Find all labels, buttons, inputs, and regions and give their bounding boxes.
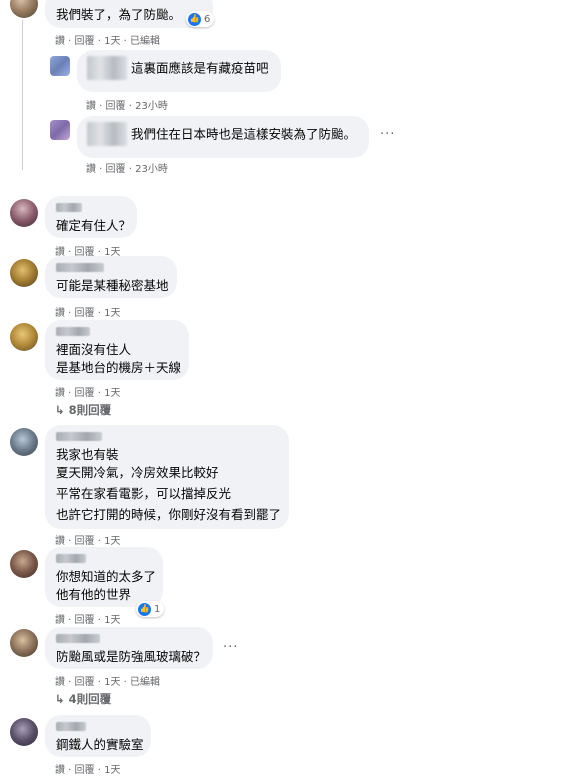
avatar[interactable] [10, 259, 38, 287]
like-icon: 👍 [188, 12, 201, 26]
comment-text: 確定有住人？ [56, 218, 132, 233]
comment-text: 你想知道的太多了 [56, 569, 157, 584]
like-link[interactable]: 讚 [55, 536, 65, 547]
comment-meta: 讚 · 回覆 · 1天 · 已編輯 [55, 36, 161, 47]
comment-meta: 讚 · 回覆 · 1天 · 已編輯 [55, 677, 161, 688]
avatar[interactable] [10, 629, 38, 657]
avatar[interactable] [50, 56, 70, 76]
thread-line [22, 20, 23, 170]
like-icon: 👍 [138, 602, 151, 616]
view-replies-link[interactable]: ↳ 4則回覆 [55, 691, 111, 707]
reply-arrow-icon: ↳ [55, 403, 69, 417]
comment-bubble: 我們住在日本時也是這樣安裝為了防颱。 [77, 116, 369, 158]
comment-meta: 讚 · 回覆 · 1天 [55, 615, 121, 626]
avatar[interactable] [10, 199, 38, 227]
commenter-name[interactable] [56, 722, 86, 731]
comment-bubble: 裡面沒有住人 是基地台的機房＋天線 [45, 320, 189, 380]
reply-link[interactable]: 回覆 [75, 36, 95, 47]
comment-text: 我們裝了，為了防颱。 [56, 7, 182, 22]
avatar[interactable] [10, 323, 38, 351]
comment-bubble: 防颱風或是防強風玻璃破？ [45, 627, 213, 669]
more-options-icon[interactable]: ··· [223, 640, 238, 655]
edited-label: 已編輯 [130, 677, 161, 688]
commenter-name[interactable] [56, 203, 82, 212]
replies-count: 4則回覆 [68, 692, 112, 706]
commenter-name[interactable] [56, 327, 90, 336]
comment-meta: 讚 · 回覆 · 1天 [55, 308, 121, 319]
commenter-name[interactable] [87, 122, 127, 146]
reply-link[interactable]: 回覆 [106, 164, 126, 175]
comment-bubble: 可能是某種秘密基地 [45, 256, 177, 298]
timestamp[interactable]: 23小時 [135, 164, 168, 175]
comment-text: 平常在家看電影，可以擋掉反光 [56, 486, 232, 501]
comment-bubble: 確定有住人？ [45, 196, 137, 238]
comment-bubble: 我家也有裝 夏天開冷氣，冷房效果比較好 平常在家看電影，可以擋掉反光 也許它打開… [45, 425, 289, 529]
timestamp[interactable]: 1天 [104, 388, 120, 399]
avatar[interactable] [10, 718, 38, 746]
reply-link[interactable]: 回覆 [75, 677, 95, 688]
like-link[interactable]: 讚 [86, 101, 96, 112]
like-link[interactable]: 讚 [55, 308, 65, 319]
commenter-name[interactable] [87, 56, 127, 80]
avatar[interactable] [10, 550, 38, 578]
commenter-name[interactable] [56, 432, 102, 441]
like-link[interactable]: 讚 [55, 388, 65, 399]
reaction-count: 6 [204, 13, 211, 25]
comment-text: 防颱風或是防強風玻璃破？ [56, 649, 207, 664]
comment-bubble: 鋼鐵人的實驗室 [45, 715, 151, 757]
like-link[interactable]: 讚 [55, 36, 65, 47]
comment-text: 我家也有裝 [56, 447, 119, 462]
reply-link[interactable]: 回覆 [106, 101, 126, 112]
reaction-badge[interactable]: 👍 1 [136, 601, 165, 617]
comment-meta: 讚 · 回覆 · 23小時 [86, 101, 168, 112]
avatar[interactable] [10, 428, 38, 456]
comment-text: 夏天開冷氣，冷房效果比較好 [56, 465, 219, 480]
like-link[interactable]: 讚 [55, 615, 65, 626]
comment-meta: 讚 · 回覆 · 1天 [55, 765, 121, 776]
comment-text: 鋼鐵人的實驗室 [56, 737, 144, 752]
comment-bubble: 你想知道的太多了 他有他的世界 [45, 547, 163, 607]
commenter-name[interactable] [56, 263, 104, 272]
reply-link[interactable]: 回覆 [75, 308, 95, 319]
reaction-count: 1 [154, 603, 161, 615]
avatar[interactable] [10, 0, 38, 18]
comment-meta: 讚 · 回覆 · 1天 [55, 388, 121, 399]
reply-link[interactable]: 回覆 [75, 388, 95, 399]
comment-meta: 讚 · 回覆 · 1天 [55, 536, 121, 547]
more-options-icon[interactable]: ··· [380, 127, 395, 142]
comment-text: 他有他的世界 [56, 587, 132, 602]
replies-count: 8則回覆 [68, 403, 112, 417]
commenter-name[interactable] [56, 554, 86, 563]
comment-text: 可能是某種秘密基地 [56, 278, 169, 293]
comment-text: 裡面沒有住人 [56, 342, 132, 357]
avatar[interactable] [50, 120, 70, 140]
reply-link[interactable]: 回覆 [75, 536, 95, 547]
comment-bubble: 這裏面應該是有藏疫苗吧 [77, 50, 281, 92]
timestamp[interactable]: 1天 [104, 308, 120, 319]
timestamp[interactable]: 1天 [104, 36, 120, 47]
edited-label: 已編輯 [130, 36, 161, 47]
like-link[interactable]: 讚 [86, 164, 96, 175]
timestamp[interactable]: 1天 [104, 536, 120, 547]
reply-arrow-icon: ↳ [55, 692, 69, 706]
reaction-badge[interactable]: 👍 6 [186, 11, 215, 27]
like-link[interactable]: 讚 [55, 677, 65, 688]
comment-meta: 讚 · 回覆 · 23小時 [86, 164, 168, 175]
commenter-name[interactable] [56, 634, 100, 643]
comment-text: 是基地台的機房＋天線 [56, 360, 182, 375]
like-link[interactable]: 讚 [55, 765, 65, 776]
comment-text: 也許它打開的時候，你剛好沒有看到罷了 [56, 507, 282, 522]
view-replies-link[interactable]: ↳ 8則回覆 [55, 402, 111, 418]
reply-link[interactable]: 回覆 [75, 615, 95, 626]
timestamp[interactable]: 1天 [104, 765, 120, 776]
reply-link[interactable]: 回覆 [75, 765, 95, 776]
reply-text: 這裏面應該是有藏疫苗吧 [131, 60, 269, 76]
timestamp[interactable]: 1天 [104, 677, 120, 688]
reply-text: 我們住在日本時也是這樣安裝為了防颱。 [131, 126, 357, 142]
timestamp[interactable]: 1天 [104, 615, 120, 626]
timestamp[interactable]: 23小時 [135, 101, 168, 112]
